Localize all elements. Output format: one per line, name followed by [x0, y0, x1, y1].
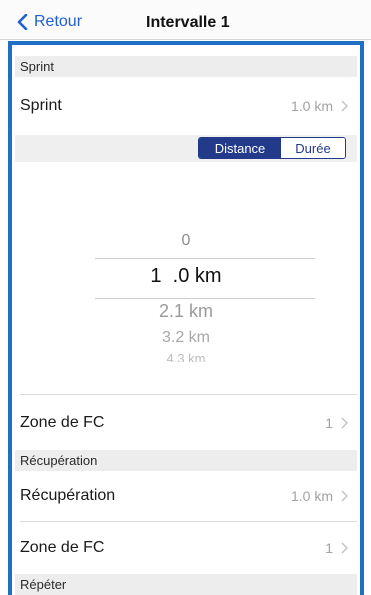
- recovery-value: 1.0 km: [290, 488, 333, 504]
- sprint-value: 1.0 km: [290, 98, 333, 114]
- recovery-label: Récupération: [20, 487, 116, 504]
- recovery-hr-zone-value: 1: [325, 540, 333, 556]
- page-title: Intervalle 1: [146, 14, 230, 31]
- distance-duration-segmented-control[interactable]: Distance Durée: [198, 137, 346, 159]
- sprint-hr-zone-row[interactable]: Zone de FC 1: [15, 395, 357, 450]
- picker-selection-line-top: [95, 258, 315, 259]
- section-header-recovery: Récupération: [15, 450, 357, 471]
- chevron-right-icon: [341, 416, 348, 429]
- chevron-left-icon: [17, 14, 28, 30]
- sprint-row[interactable]: Sprint 1.0 km: [15, 77, 357, 135]
- sprint-label: Sprint: [20, 97, 62, 114]
- recovery-hr-zone-row[interactable]: Zone de FC 1: [15, 522, 357, 574]
- sprint-hr-zone-label: Zone de FC: [20, 413, 105, 431]
- segment-bar: Distance Durée: [15, 135, 357, 162]
- sprint-hr-zone-value: 1: [325, 414, 333, 431]
- section-header-repeat: Répéter: [15, 574, 357, 595]
- chevron-right-icon: [341, 100, 348, 112]
- chevron-right-icon: [341, 490, 348, 502]
- picker-selection-line-bottom: [95, 298, 315, 299]
- picker-selected-value[interactable]: 1 .0 km: [15, 265, 357, 288]
- section-header-sprint: Sprint: [15, 56, 357, 77]
- chevron-right-icon: [341, 542, 348, 554]
- picker-item-below-1[interactable]: 2.1 km: [15, 301, 357, 322]
- picker-selected-int: 1: [150, 265, 162, 287]
- segment-distance[interactable]: Distance: [199, 138, 281, 158]
- navigation-bar: Retour Intervalle 1: [0, 0, 371, 40]
- picker-item-below-3[interactable]: 4.3 km: [15, 352, 357, 362]
- picker-item-above[interactable]: 0: [15, 232, 357, 250]
- picker-item-below-2[interactable]: 3.2 km: [15, 329, 357, 347]
- back-label: Retour: [34, 13, 83, 30]
- settings-list[interactable]: Sprint Sprint 1.0 km Distance Durée 0 1 …: [15, 56, 357, 595]
- back-button[interactable]: Retour: [17, 11, 82, 33]
- recovery-row[interactable]: Récupération 1.0 km: [15, 471, 357, 521]
- segment-duration[interactable]: Durée: [281, 138, 345, 158]
- distance-picker[interactable]: 0 1 .0 km 2.1 km 3.2 km 4.3 km: [15, 162, 357, 394]
- picker-selected-unit: .0 km: [172, 265, 222, 287]
- recovery-hr-zone-label: Zone de FC: [20, 539, 105, 556]
